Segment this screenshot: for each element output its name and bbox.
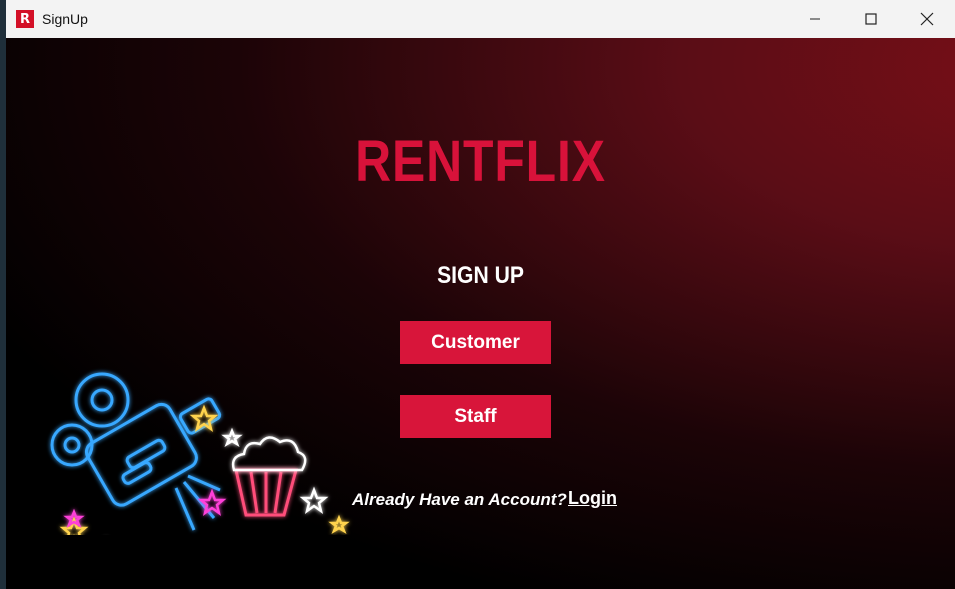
app-logo-icon: R bbox=[16, 10, 34, 28]
maximize-button[interactable] bbox=[843, 0, 899, 38]
title-bar[interactable]: R SignUp bbox=[6, 0, 955, 38]
window-title: SignUp bbox=[42, 11, 88, 27]
window-controls bbox=[787, 0, 955, 38]
rentflix-logo: RENTFLIX bbox=[355, 129, 606, 194]
login-link[interactable]: Login bbox=[568, 488, 617, 509]
minimize-button[interactable] bbox=[787, 0, 843, 38]
close-button[interactable] bbox=[899, 0, 955, 38]
maximize-icon bbox=[865, 13, 877, 25]
neon-camera-icon bbox=[50, 372, 350, 535]
close-icon bbox=[920, 12, 934, 26]
signup-panel: RENTFLIX SIGN UP Customer Staff Already … bbox=[6, 38, 955, 589]
page-title: SIGN UP bbox=[437, 262, 524, 289]
account-prompt: Already Have an Account? bbox=[352, 490, 567, 509]
staff-button[interactable]: Staff bbox=[400, 395, 551, 438]
signup-window: R SignUp RENTFLIX SIGN UP Customer Staff… bbox=[6, 0, 955, 589]
customer-button[interactable]: Customer bbox=[400, 321, 551, 364]
minimize-icon bbox=[810, 18, 820, 20]
